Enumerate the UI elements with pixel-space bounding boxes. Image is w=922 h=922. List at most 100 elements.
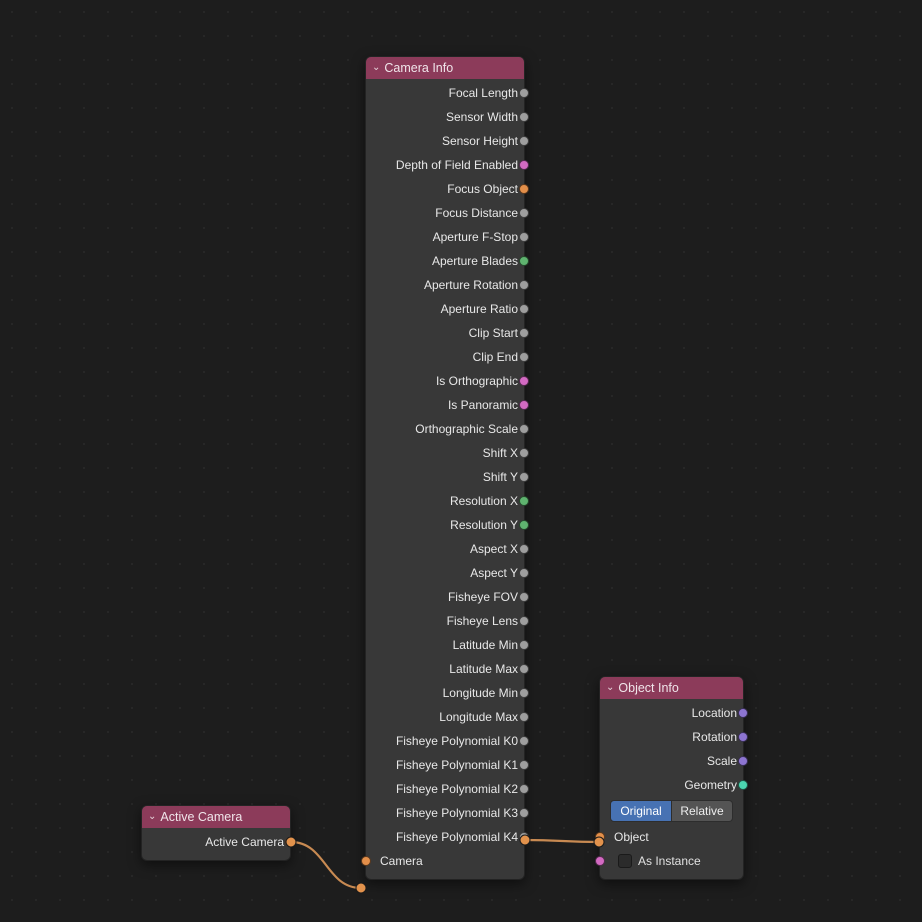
output-label: Is Orthographic [436,374,518,388]
socket-out[interactable] [738,756,748,766]
socket-out[interactable] [519,736,529,746]
output-row: Aperture Blades [366,249,524,273]
output-label: Focus Distance [435,206,518,220]
socket-out[interactable] [519,232,529,242]
output-label: Scale [707,754,737,768]
output-label: Is Panoramic [448,398,518,412]
socket-out[interactable] [738,780,748,790]
input-object: Object [600,825,743,849]
input-label: Camera [380,854,423,868]
output-row: Fisheye Polynomial K2 [366,777,524,801]
output-label: Location [692,706,737,720]
output-row: Aperture Ratio [366,297,524,321]
output-label: Fisheye Polynomial K2 [396,782,518,796]
output-label: Fisheye Polynomial K1 [396,758,518,772]
node-header[interactable]: ⌄ Object Info [600,677,743,699]
transform-relative-button[interactable]: Relative [672,800,733,822]
output-row: Depth of Field Enabled [366,153,524,177]
socket-out[interactable] [519,592,529,602]
socket-out[interactable] [519,712,529,722]
output-row: Resolution Y [366,513,524,537]
socket-out[interactable] [519,832,529,842]
output-row: Rotation [600,725,743,749]
node-header[interactable]: ⌄ Camera Info [366,57,524,79]
socket-in[interactable] [595,856,605,866]
output-label: Latitude Max [449,662,518,676]
output-row: Resolution X [366,489,524,513]
as-instance-checkbox[interactable] [618,854,632,868]
output-row: Fisheye Polynomial K1 [366,753,524,777]
node-body: Location Rotation Scale Geometry OriginalRel… [600,699,743,879]
socket-out[interactable] [519,496,529,506]
socket-out[interactable] [519,664,529,674]
socket-out[interactable] [738,732,748,742]
output-row: Aspect Y [366,561,524,585]
socket-out[interactable] [519,448,529,458]
socket-out[interactable] [519,400,529,410]
socket-in[interactable] [361,856,371,866]
output-label: Rotation [692,730,737,744]
socket-out[interactable] [738,708,748,718]
chevron-down-icon: ⌄ [148,812,156,822]
output-label: Aperture Rotation [424,278,518,292]
output-row: Scale [600,749,743,773]
socket-out[interactable] [285,837,295,847]
socket-out[interactable] [519,568,529,578]
socket-out[interactable] [519,280,529,290]
socket-out[interactable] [519,208,529,218]
output-label: Clip Start [469,326,518,340]
input-label: As Instance [638,854,701,868]
socket-out[interactable] [519,472,529,482]
output-label: Geometry [684,778,737,792]
output-row: Fisheye FOV [366,585,524,609]
output-label: Depth of Field Enabled [396,158,518,172]
output-label: Aspect Y [470,566,518,580]
socket-out[interactable] [519,136,529,146]
output-label: Fisheye Polynomial K3 [396,806,518,820]
node-body: Focal Length Sensor WidthSensor Height Dep… [366,79,524,879]
output-row: Orthographic Scale [366,417,524,441]
socket-out[interactable] [519,256,529,266]
socket-out[interactable] [519,784,529,794]
node-title: Active Camera [160,810,242,824]
node-title: Object Info [618,681,678,695]
socket-out[interactable] [519,88,529,98]
output-row: Clip End [366,345,524,369]
node-active-camera[interactable]: ⌄ Active Camera Active Camera [141,805,291,861]
output-row: Longitude Min [366,681,524,705]
socket-out[interactable] [519,160,529,170]
socket-in[interactable] [595,832,605,842]
output-row: Sensor Height [366,129,524,153]
output-label: Latitude Min [453,638,518,652]
socket-out[interactable] [519,352,529,362]
output-row: Aperture Rotation [366,273,524,297]
socket-out[interactable] [519,688,529,698]
transform-space-enum: OriginalRelative [600,797,743,825]
output-row: Clip Start [366,321,524,345]
output-row: Shift Y [366,465,524,489]
output-label: Focal Length [449,86,518,100]
node-camera-info[interactable]: ⌄ Camera Info Focal Length Sensor WidthSe… [365,56,525,880]
output-row: Focal Length [366,81,524,105]
node-object-info[interactable]: ⌄ Object Info Location Rotation Scale Geome… [599,676,744,880]
socket-out[interactable] [519,544,529,554]
transform-original-button[interactable]: Original [610,800,672,822]
output-label: Fisheye Lens [447,614,518,628]
output-row: Sensor Width [366,105,524,129]
output-label: Aperture Blades [432,254,518,268]
output-row: Aperture F-Stop [366,225,524,249]
node-header[interactable]: ⌄ Active Camera [142,806,290,828]
socket-out[interactable] [519,520,529,530]
socket-out[interactable] [519,424,529,434]
socket-out[interactable] [519,808,529,818]
socket-out[interactable] [519,112,529,122]
socket-out[interactable] [519,640,529,650]
socket-out[interactable] [519,328,529,338]
socket-out[interactable] [519,760,529,770]
socket-out[interactable] [519,184,529,194]
output-label: Aperture F-Stop [433,230,518,244]
socket-out[interactable] [519,304,529,314]
socket-out[interactable] [519,376,529,386]
output-row: Focus Object [366,177,524,201]
socket-out[interactable] [519,616,529,626]
